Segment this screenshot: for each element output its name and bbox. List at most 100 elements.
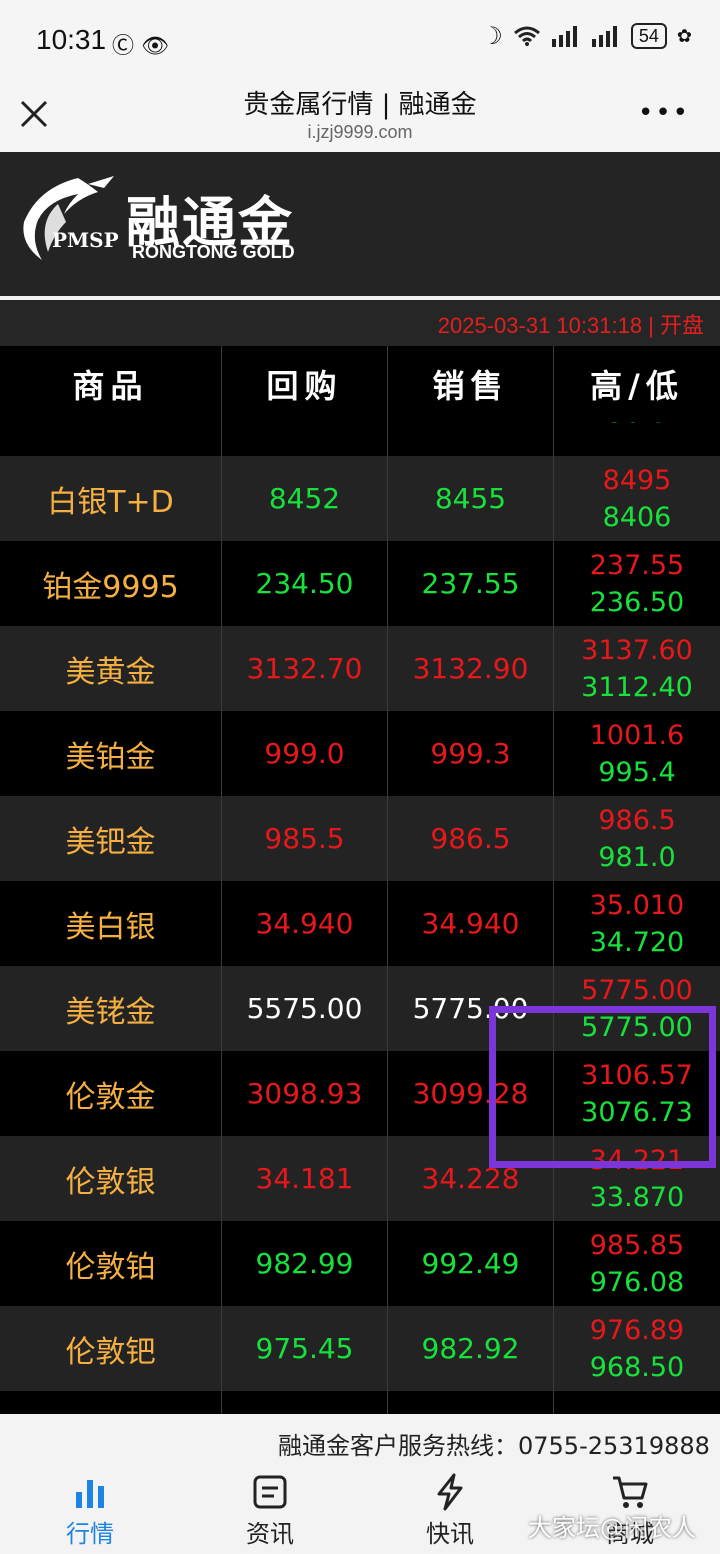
sell-price: 992.49 (388, 1221, 554, 1306)
high-low-cell: 976.89 968.50 (554, 1306, 720, 1391)
status-time: 10:31 (36, 24, 107, 55)
nav-label-flash: 快讯 (426, 1520, 474, 1548)
sell-price: 8455 (388, 456, 554, 541)
browser-title-bar: 贵金属行情 | 融通金 i.jzj9999.com ••• (0, 80, 720, 152)
high-low-cell: 3137.60 3112.40 (554, 626, 720, 711)
low-price: 8406 (602, 501, 672, 533)
product-name: 伦敦钯 (0, 1306, 222, 1391)
buyback-price: 982.99 (222, 1221, 388, 1306)
quote-table-rows: 90.0白银T+D8452845584958406铂金9995234.50237… (0, 422, 720, 1414)
notification-icons: Ⓒ 👁 (112, 28, 169, 60)
market-status-bar: 2025-03-31 10:31:18 | 开盘 (0, 300, 720, 346)
sell-price: 34.940 (388, 881, 554, 966)
nav-label-quotes: 行情 (66, 1520, 114, 1548)
leaf-icon: ✿ (676, 25, 692, 47)
sell-price: 3132.90 (388, 626, 554, 711)
app-notification-icon: Ⓒ (112, 34, 135, 59)
battery-indicator: 54 (630, 23, 667, 49)
lightning-icon (437, 1473, 463, 1511)
signal-icon-2 (591, 26, 617, 47)
high-price: 237.55 (589, 549, 685, 581)
nav-item-flash[interactable]: 快讯 (360, 1470, 540, 1554)
table-row[interactable]: 伦敦铂 982.99 992.49 985.85 976.08 (0, 1221, 720, 1306)
product-name: 美黄金 (0, 626, 222, 711)
sell-price: 999.3 (388, 711, 554, 796)
wifi-icon (513, 26, 540, 46)
quote-table-body[interactable]: 90.0白银T+D8452845584958406铂金9995234.50237… (0, 422, 720, 1414)
high-low-cell: 90.0 (554, 422, 720, 456)
buyback-price: 234.50 (222, 541, 388, 626)
table-row[interactable]: 伦敦钯 975.45 982.92 976.89 968.50 (0, 1306, 720, 1391)
page-title: 贵金属行情 | 融通金 (243, 90, 477, 120)
sell-price: 237.55 (388, 541, 554, 626)
high-low-cell: 35.010 34.720 (554, 881, 720, 966)
high-price: 985.85 (589, 1229, 685, 1261)
buyback-price: 5575.00 (222, 966, 388, 1051)
product-name: 伦敦银 (0, 1136, 222, 1221)
signal-icon (551, 26, 577, 47)
buyback-price (222, 422, 388, 456)
buyback-price: 34.181 (222, 1136, 388, 1221)
low-price: 33.870 (589, 1181, 685, 1213)
high-low-cell: 1001.6 995.4 (554, 711, 720, 796)
service-hotline-bar: 融通金客户服务热线：0755-25319888 (0, 1414, 720, 1470)
high-price: 8495 (602, 464, 672, 496)
buyback-price: 999.0 (222, 711, 388, 796)
high-price: 1001.6 (589, 719, 685, 751)
system-icons: ☽ 54 ✿ (481, 22, 692, 50)
sell-price: 982.92 (388, 1306, 554, 1391)
product-name (0, 1391, 222, 1414)
table-row[interactable]: 白银T+D 8452 8455 8495 8406 (0, 456, 720, 541)
brand-header: PMSP 融通金 RONGTONG GOLD (0, 152, 720, 296)
logo-pmsp-text: PMSP (52, 228, 119, 252)
high-price: 986.5 (598, 804, 676, 836)
table-row[interactable]: 美铂金 999.0 999.3 1001.6 995.4 (0, 711, 720, 796)
low-price: 90.0 (607, 422, 667, 432)
document-icon (253, 1475, 287, 1509)
table-row[interactable]: 美白银 34.940 34.940 35.010 34.720 (0, 881, 720, 966)
table-row[interactable]: 美钯金 985.5 986.5 986.5 981.0 (0, 796, 720, 881)
nav-item-news[interactable]: 资讯 (180, 1470, 360, 1554)
table-row[interactable]: 7.0720 (0, 1391, 720, 1414)
buyback-price: 8452 (222, 456, 388, 541)
product-name: 美白银 (0, 881, 222, 966)
low-price: 3112.40 (581, 671, 693, 703)
low-price: 236.50 (589, 586, 685, 618)
high-low-cell: 985.85 976.08 (554, 1221, 720, 1306)
high-price: 3137.60 (581, 634, 693, 666)
high-price: 35.010 (589, 889, 685, 921)
table-row[interactable]: 90.0 (0, 422, 720, 456)
high-low-cell: 7.0720 (554, 1391, 720, 1414)
column-header-product: 商品 (0, 346, 222, 422)
product-name (0, 422, 222, 456)
service-hotline[interactable]: 融通金客户服务热线：0755-25319888 (278, 1426, 710, 1461)
buyback-price: 34.940 (222, 881, 388, 966)
sell-price (388, 1391, 554, 1414)
product-name: 美铂金 (0, 711, 222, 796)
logo-english-text: RONGTONG GOLD (132, 242, 295, 262)
low-price: 34.720 (589, 926, 685, 958)
buyback-price: 3098.93 (222, 1051, 388, 1136)
moon-icon: ☽ (481, 22, 503, 50)
high-low-cell: 8495 8406 (554, 456, 720, 541)
nav-item-quotes[interactable]: 行情 (0, 1470, 180, 1554)
buyback-price: 985.5 (222, 796, 388, 881)
high-price: 5775.00 (581, 974, 693, 1006)
page-url: i.jzj9999.com (307, 122, 413, 142)
column-header-sell: 销售 (388, 346, 554, 422)
low-price: 968.50 (589, 1351, 685, 1383)
more-options-icon[interactable]: ••• (638, 100, 690, 126)
buyback-price (222, 1391, 388, 1414)
highlight-annotation (489, 1006, 716, 1168)
column-header-high-low: 高/低 (590, 367, 684, 405)
product-name: 铂金9995 (0, 541, 222, 626)
low-price: 981.0 (598, 841, 676, 873)
bar-chart-icon (76, 1480, 104, 1508)
product-name: 伦敦金 (0, 1051, 222, 1136)
table-row[interactable]: 铂金9995 234.50 237.55 237.55 236.50 (0, 541, 720, 626)
table-row[interactable]: 美黄金 3132.70 3132.90 3137.60 3112.40 (0, 626, 720, 711)
product-name: 伦敦铂 (0, 1221, 222, 1306)
eye-icon: 👁 (141, 34, 169, 59)
product-name: 美钯金 (0, 796, 222, 881)
quote-table-header: 商品 回购 销售 高/低 (0, 346, 720, 422)
